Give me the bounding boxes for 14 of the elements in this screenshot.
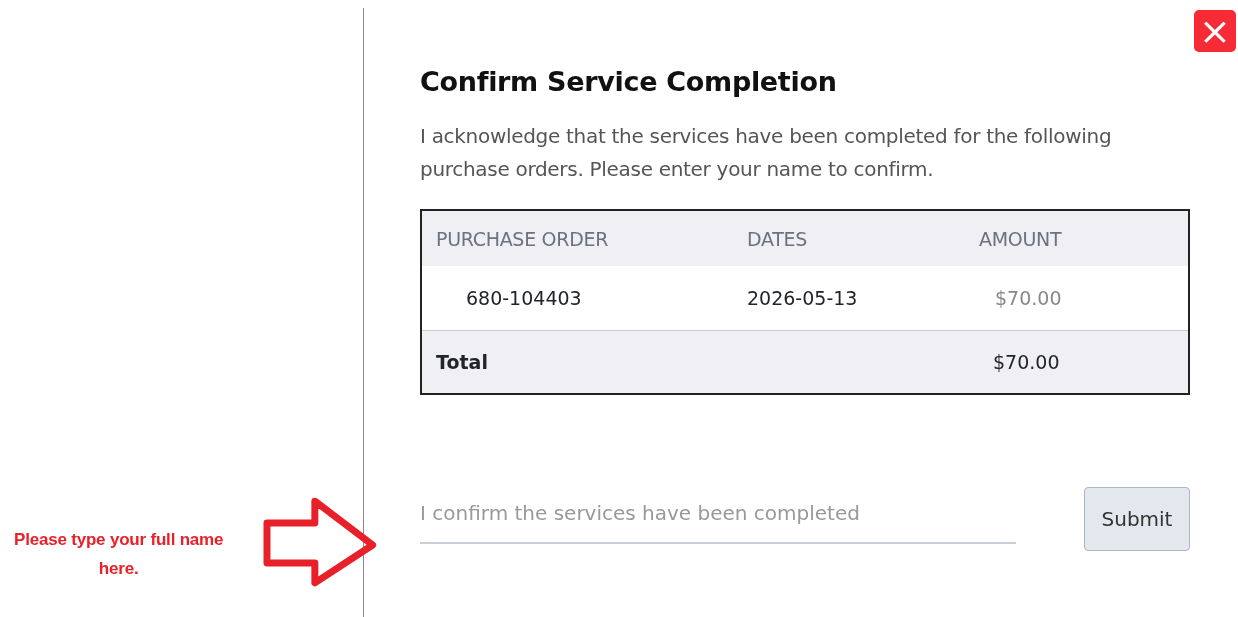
instruction-note: Please type your full name here. xyxy=(13,529,225,580)
table-cell: $70.00 xyxy=(965,330,1189,395)
column-header: PURCHASE ORDER xyxy=(421,210,733,267)
table-cell: 2026-05-13 xyxy=(733,266,965,331)
description-text: I acknowledge that the services have been completed for the following purchase orders. Please enter your name to confirm. xyxy=(420,123,1113,184)
table-cell: 680-104403 xyxy=(421,266,733,331)
dialog-title: Confirm Service Completion xyxy=(420,66,838,99)
close-button[interactable]: × xyxy=(1194,10,1236,52)
table-cell: Total xyxy=(421,330,733,395)
arrow-icon xyxy=(263,497,377,587)
table-cell: $70.00 xyxy=(965,266,1189,331)
column-header: AMOUNT xyxy=(965,210,1189,267)
submit-button[interactable]: Submit xyxy=(1084,487,1190,552)
column-header: DATES xyxy=(733,210,965,267)
